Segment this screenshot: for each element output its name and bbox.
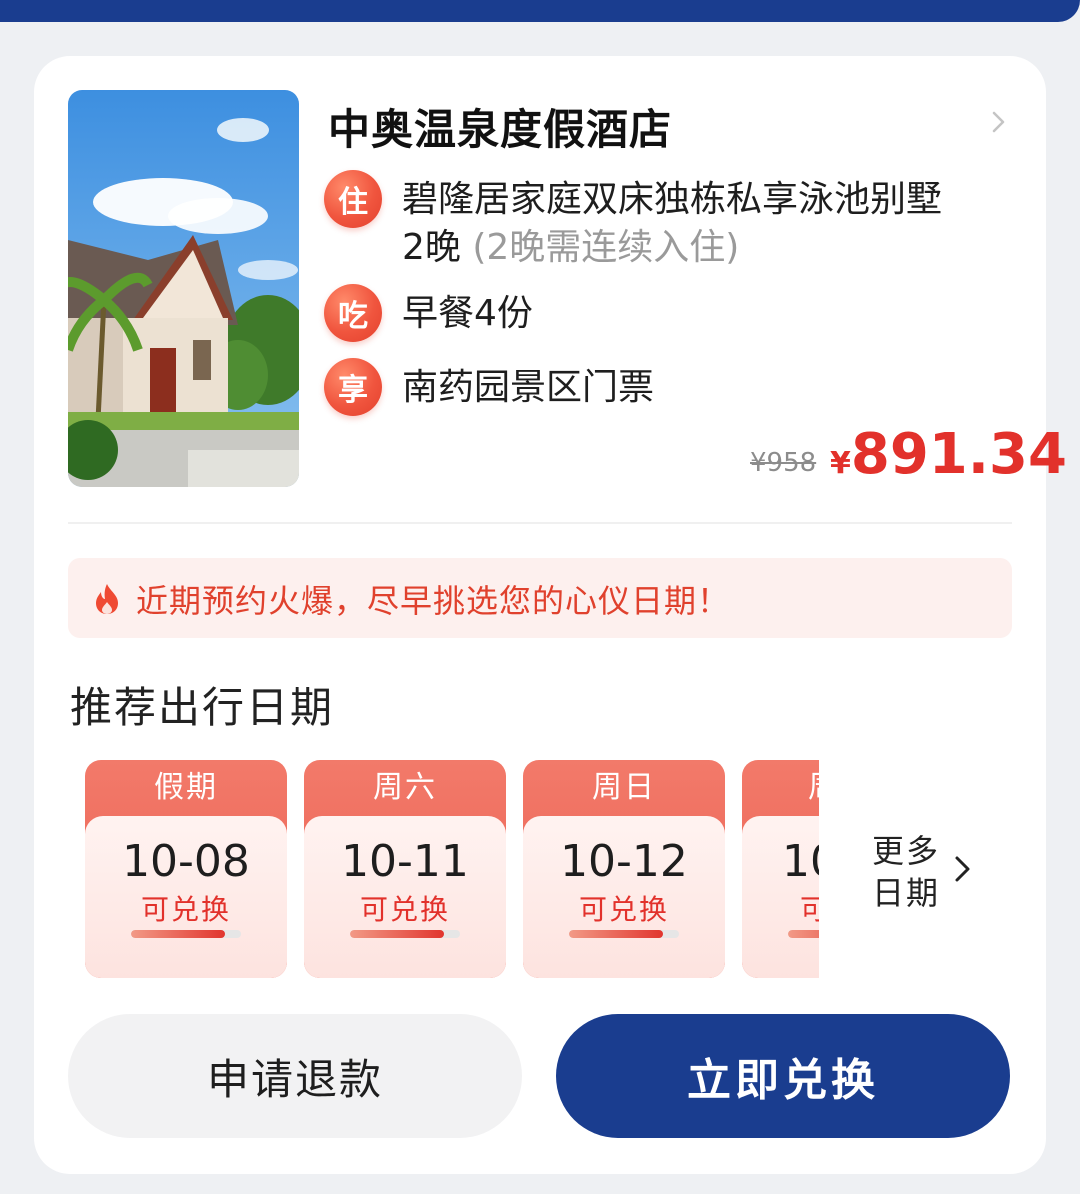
date-status: 可兑换 bbox=[140, 893, 231, 926]
enjoy-badge-icon: 享 bbox=[324, 358, 382, 416]
date-card[interactable]: 假期 10-08 可兑换 bbox=[85, 760, 287, 978]
date-tag: 周 bbox=[742, 760, 819, 816]
date-status: 可 bbox=[800, 893, 819, 926]
date-tag: 假期 bbox=[154, 770, 218, 805]
more-dates-label-1: 更多 bbox=[872, 832, 941, 870]
product-card: 中奥温泉度假酒店 住 碧隆居家庭双床独栋私享泳池别墅 2晚 (2晚需连续入住) … bbox=[34, 56, 1067, 1174]
date-value: 10-08 bbox=[122, 836, 250, 887]
availability-fill bbox=[350, 930, 444, 938]
meal-text: 早餐4份 bbox=[402, 293, 533, 334]
refund-button[interactable]: 申请退款 bbox=[68, 1014, 522, 1138]
date-card-body: 10 可 bbox=[742, 816, 819, 978]
stay-badge-icon: 住 bbox=[324, 170, 382, 228]
availability-fill bbox=[131, 930, 225, 938]
date-card-body: 10-11 可兑换 bbox=[304, 816, 506, 978]
chevron-right-icon bbox=[955, 856, 970, 882]
date-card[interactable]: 周日 10-12 可兑换 bbox=[523, 760, 725, 978]
date-card-body: 10-08 可兑换 bbox=[85, 816, 287, 978]
divider bbox=[68, 522, 1012, 524]
price-currency: ¥ bbox=[830, 446, 851, 481]
more-dates-label-2: 日期 bbox=[872, 874, 941, 912]
notice-banner: 近期预约火爆，尽早挑选您的心仪日期！ bbox=[68, 558, 1012, 638]
notice-text: 近期预约火爆，尽早挑选您的心仪日期！ bbox=[136, 582, 731, 620]
hotel-photo[interactable] bbox=[68, 90, 299, 487]
section-title: 推荐出行日期 bbox=[70, 683, 335, 732]
date-tag: 周六 bbox=[373, 770, 437, 805]
availability-fill bbox=[788, 930, 819, 938]
stay-nights: 2晚 (2晚需连续入住) bbox=[402, 218, 739, 270]
original-price: ¥958 bbox=[750, 448, 817, 478]
stay-text: 碧隆居家庭双床独栋私享泳池别墅 bbox=[402, 179, 943, 220]
villa-photo-image bbox=[68, 90, 299, 487]
date-status: 可兑换 bbox=[359, 893, 450, 926]
availability-bar bbox=[788, 930, 819, 938]
header-band bbox=[0, 0, 1080, 22]
date-tag: 周日 bbox=[592, 770, 656, 805]
fire-icon bbox=[96, 584, 118, 614]
availability-fill bbox=[569, 930, 663, 938]
availability-bar bbox=[350, 930, 460, 938]
date-list: 假期 10-08 可兑换 周六 10-11 可兑换 周日 10-12 可兑换 1… bbox=[85, 760, 819, 980]
price-amount: 891.34 bbox=[850, 422, 1067, 487]
date-value: 10-11 bbox=[341, 836, 469, 887]
redeem-button[interactable]: 立即兑换 bbox=[556, 1014, 1010, 1138]
availability-bar bbox=[569, 930, 679, 938]
sale-price: ¥891.34 bbox=[830, 422, 1067, 487]
hotel-name[interactable]: 中奥温泉度假酒店 bbox=[328, 96, 672, 157]
date-card[interactable]: 周六 10-11 可兑换 bbox=[304, 760, 506, 978]
stay-nights-note: (2晚需连续入住) bbox=[472, 227, 740, 268]
date-status: 可兑换 bbox=[578, 893, 669, 926]
more-dates-button[interactable]: 更多 日期 bbox=[872, 826, 972, 916]
stay-nights-count: 2晚 bbox=[402, 227, 461, 268]
date-value: 10-12 bbox=[560, 836, 688, 887]
date-card-body: 10-12 可兑换 bbox=[523, 816, 725, 978]
meal-badge-icon: 吃 bbox=[324, 284, 382, 342]
date-value: 10 bbox=[782, 836, 819, 887]
date-card[interactable]: 周 10 可 bbox=[742, 760, 819, 978]
enjoy-text: 南药园景区门票 bbox=[402, 367, 655, 408]
chevron-right-icon[interactable] bbox=[986, 110, 1010, 134]
availability-bar bbox=[131, 930, 241, 938]
